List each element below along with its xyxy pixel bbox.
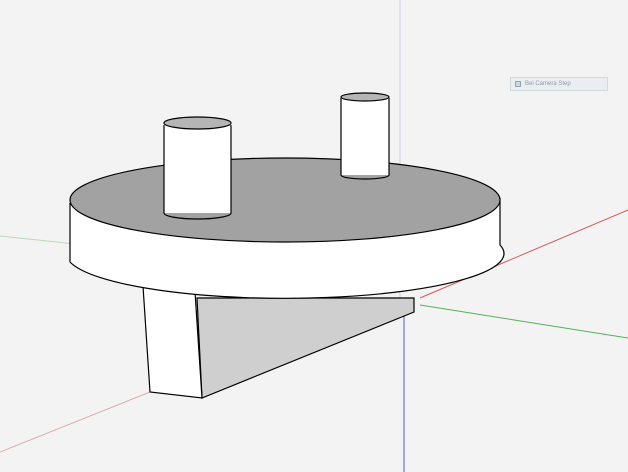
- left-peg-body: [164, 125, 231, 213]
- right-peg-body: [341, 98, 389, 175]
- tool-tooltip: Bei Camera Step: [510, 77, 608, 91]
- left-peg-top: [163, 116, 232, 130]
- 3d-model-canvas[interactable]: [0, 0, 628, 472]
- bracket-front-face: [142, 285, 203, 399]
- cursor-tool-icon: [515, 81, 521, 87]
- plate-top-face: [69, 157, 501, 243]
- sketchup-viewport[interactable]: Bei Camera Step: [0, 0, 628, 472]
- right-peg-top: [340, 92, 390, 102]
- tooltip-text: Bei Camera Step: [525, 81, 571, 87]
